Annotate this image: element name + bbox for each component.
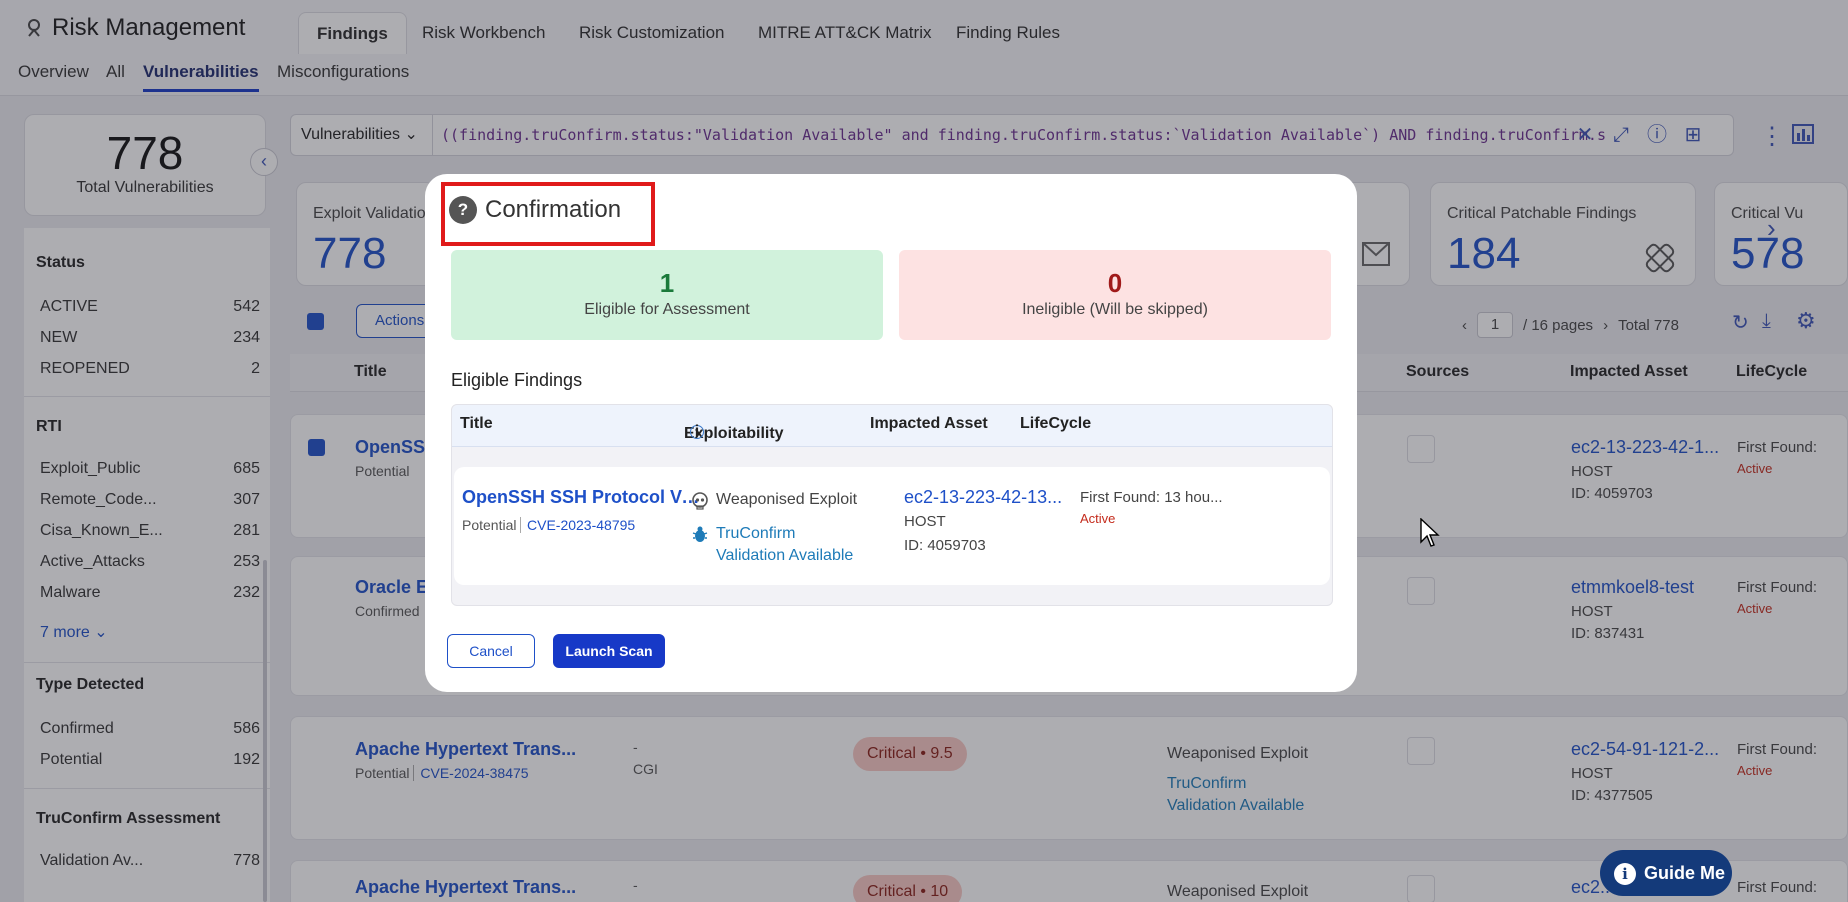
ineligible-label: Ineligible (Will be skipped) xyxy=(1022,301,1208,318)
bug-icon xyxy=(692,526,708,542)
confirmation-dialog: ? Confirmation 1 Eligible for Assessment… xyxy=(425,174,1357,692)
status-active: Active xyxy=(1080,511,1116,526)
guide-me-button[interactable]: i Guide Me xyxy=(1600,850,1732,896)
column-lifecycle: LifeCycle xyxy=(1020,415,1092,432)
truconfirm-status: Validation Available xyxy=(716,547,854,564)
info-icon[interactable]: i xyxy=(690,424,704,440)
cve-link[interactable]: CVE-2023-48795 xyxy=(520,517,635,533)
skull-icon xyxy=(692,492,708,510)
guide-me-label: Guide Me xyxy=(1644,863,1726,883)
mouse-cursor-icon xyxy=(1420,518,1440,547)
dialog-title: Confirmation xyxy=(485,196,622,223)
launch-scan-button[interactable]: Launch Scan xyxy=(553,634,665,668)
exploit-label: Weaponised Exploit xyxy=(716,491,858,508)
table-row[interactable]: OpenSSH SSH Protocol Vul... Potential CV… xyxy=(454,467,1330,585)
eligible-findings-table: Title Exploitability i Impacted Asset Lif… xyxy=(451,404,1333,606)
eligible-card: 1 Eligible for Assessment xyxy=(451,250,883,340)
question-icon: ? xyxy=(449,196,477,224)
column-title: Title xyxy=(460,415,493,432)
ineligible-card: 0 Ineligible (Will be skipped) xyxy=(899,250,1331,340)
first-found: First Found: 13 hou... xyxy=(1080,489,1223,506)
eligible-count: 1 xyxy=(659,268,675,298)
table-header: Title Exploitability i Impacted Asset Lif… xyxy=(452,405,1332,447)
finding-title[interactable]: OpenSSH SSH Protocol Vul... xyxy=(462,487,702,508)
eligible-findings-heading: Eligible Findings xyxy=(451,370,583,390)
asset-link[interactable]: ec2-13-223-42-13... xyxy=(904,487,1064,508)
ineligible-count: 0 xyxy=(1107,268,1123,298)
truconfirm-label: TruConfirm xyxy=(716,525,796,542)
asset-type: HOST xyxy=(904,513,946,530)
eligible-label: Eligible for Assessment xyxy=(584,301,750,318)
finding-type: Potential xyxy=(462,517,517,533)
column-asset: Impacted Asset xyxy=(870,415,988,432)
truconfirm-link[interactable]: TruConfirm Validation Available xyxy=(716,523,853,567)
asset-id: ID: 4059703 xyxy=(904,537,986,554)
info-icon: i xyxy=(1614,863,1636,885)
cancel-button[interactable]: Cancel xyxy=(447,634,535,668)
